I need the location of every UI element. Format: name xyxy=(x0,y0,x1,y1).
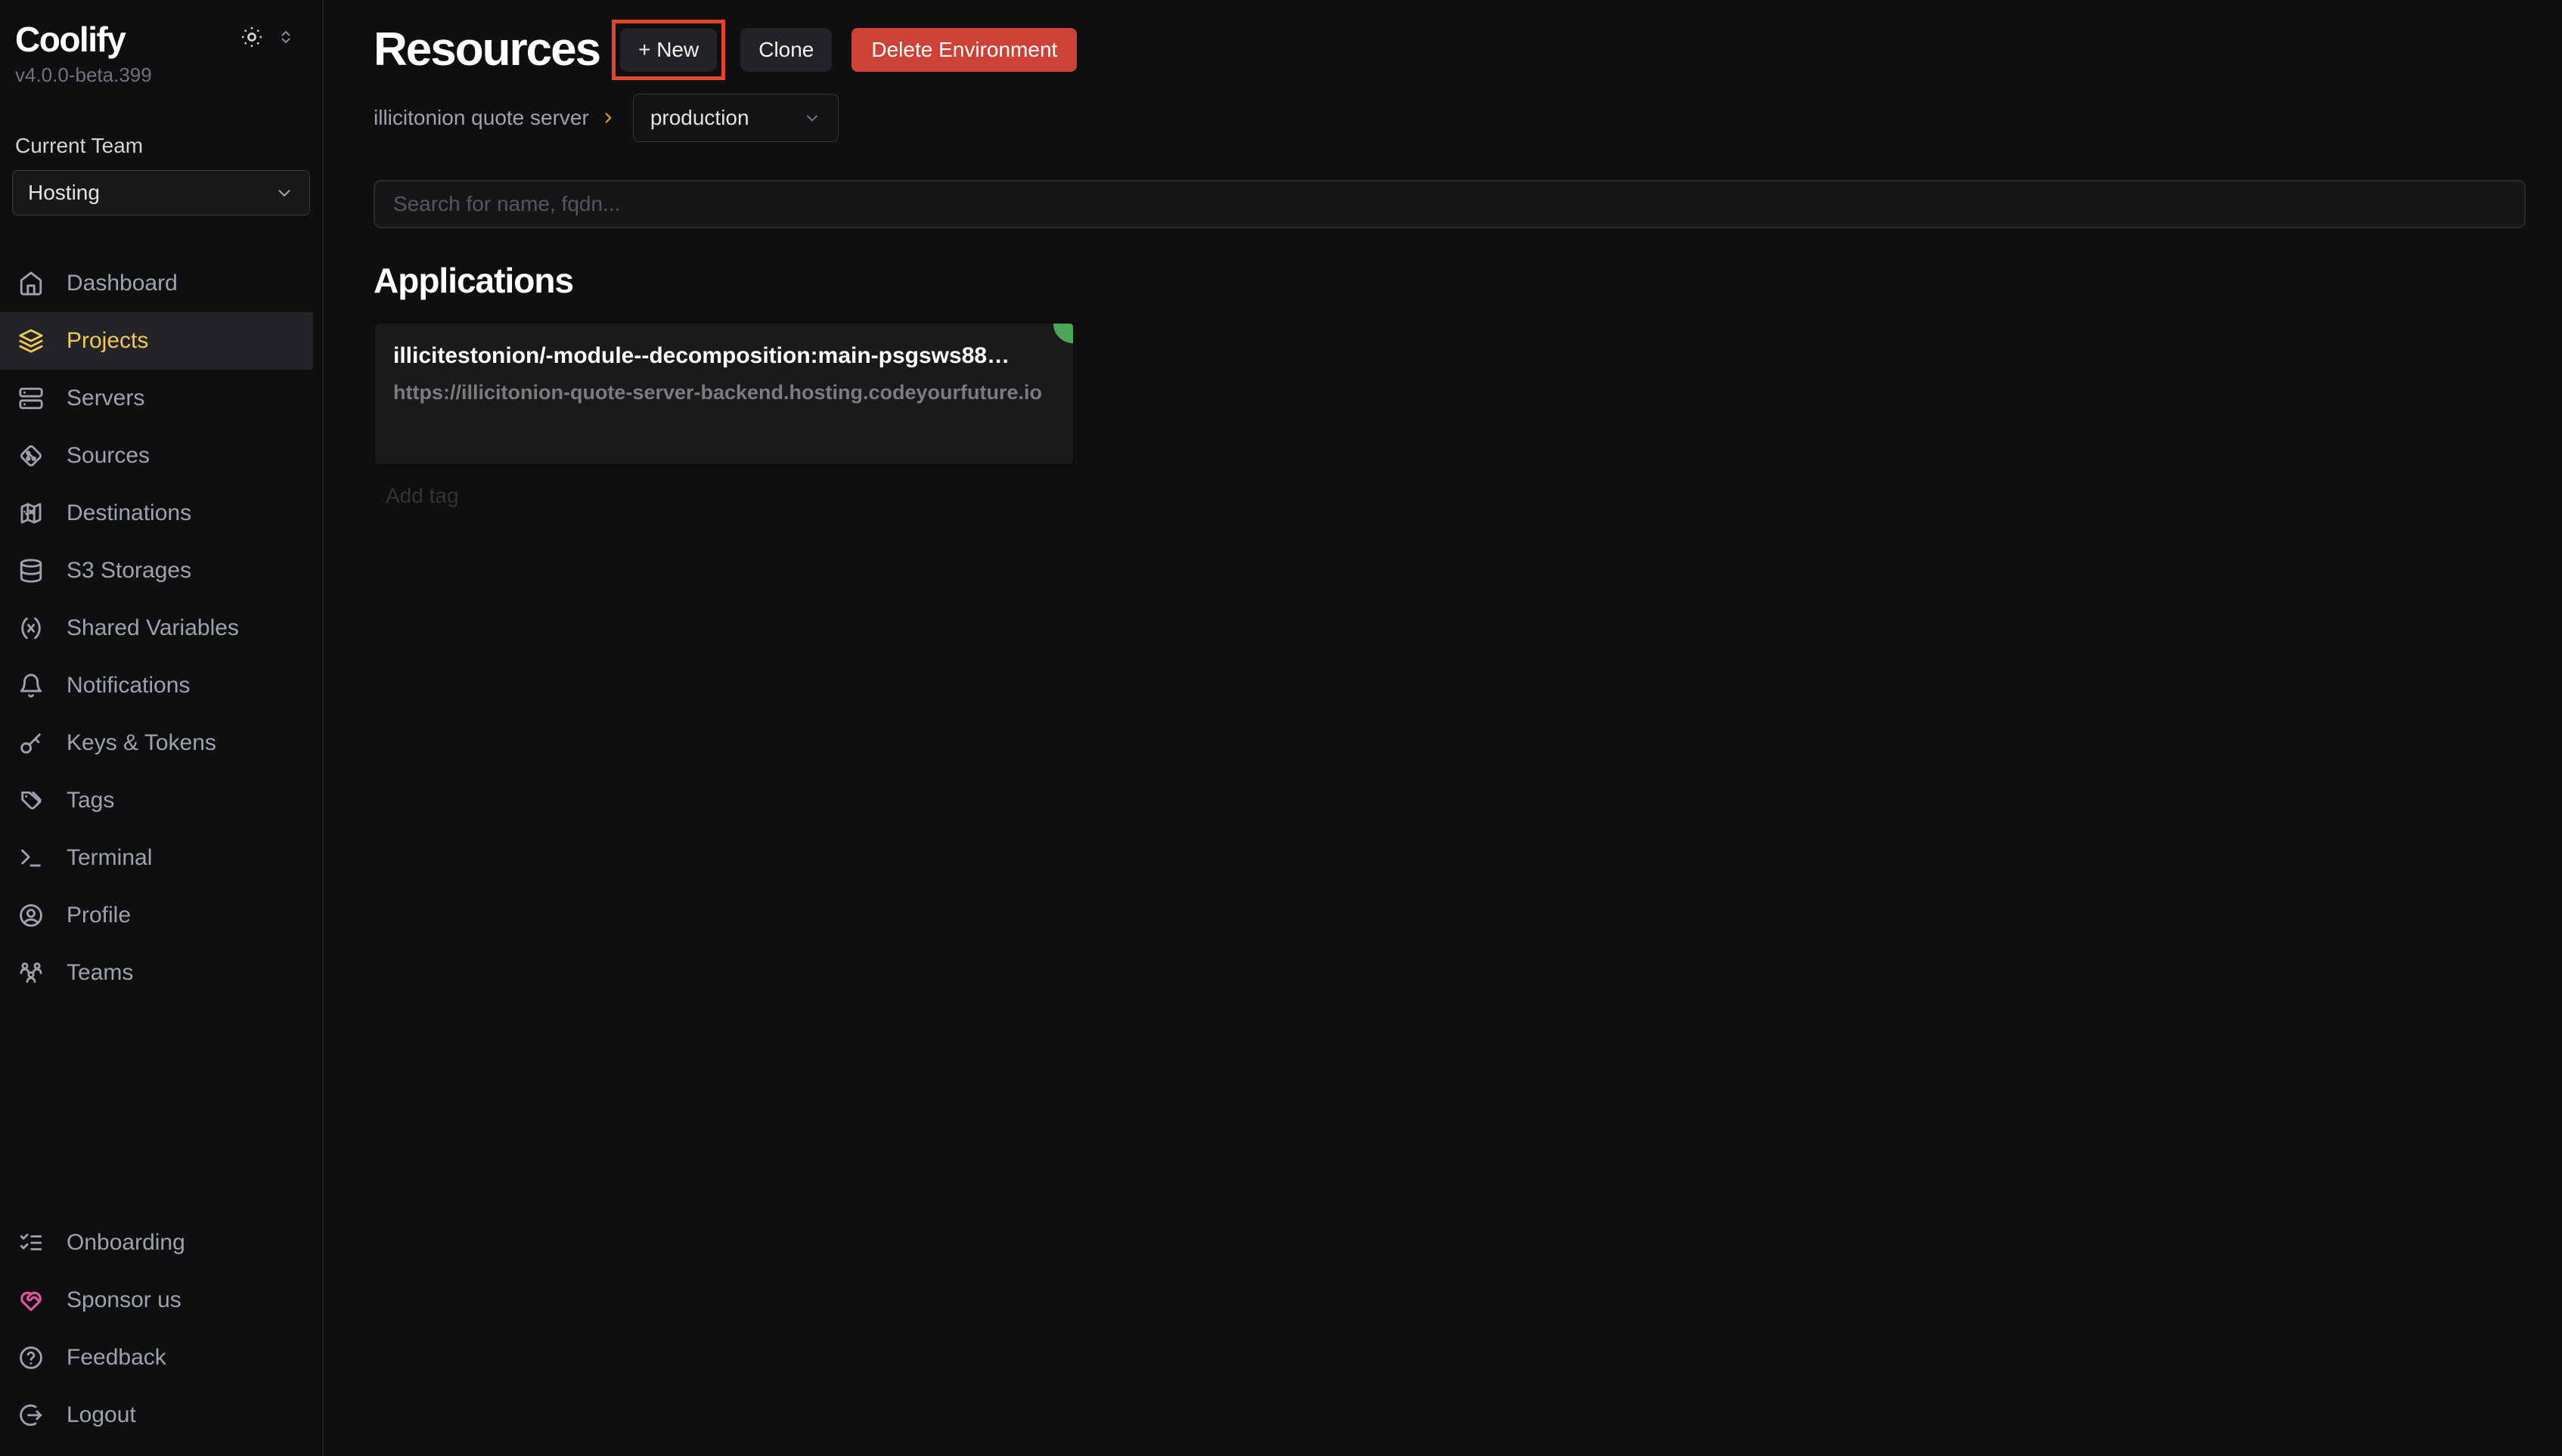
search-input[interactable] xyxy=(374,180,2526,228)
sidebar-item-sources[interactable]: Sources xyxy=(0,427,313,485)
page-header: Resources + New Clone Delete Environment xyxy=(374,20,2526,80)
heart-handshake-icon xyxy=(18,1287,44,1313)
sidebar-item-label: Profile xyxy=(67,903,131,928)
home-icon xyxy=(18,271,44,296)
sidebar: Coolify v4.0.0-beta.399 Current Team Hos… xyxy=(0,0,324,1456)
app-version: v4.0.0-beta.399 xyxy=(15,64,295,87)
environment-select-value: production xyxy=(650,106,749,130)
sidebar-item-label: Projects xyxy=(67,328,148,354)
sidebar-item-feedback[interactable]: Feedback xyxy=(0,1329,313,1386)
sidebar-item-s3-storages[interactable]: S3 Storages xyxy=(0,542,313,599)
sidebar-header: Coolify v4.0.0-beta.399 xyxy=(0,0,322,87)
users-icon xyxy=(18,960,44,986)
chevron-down-icon xyxy=(803,109,821,127)
sidebar-item-logout[interactable]: Logout xyxy=(0,1386,313,1444)
main-content: Resources + New Clone Delete Environment… xyxy=(325,0,2562,1456)
sidebar-item-label: Sources xyxy=(67,443,150,469)
map-icon xyxy=(18,500,44,526)
sidebar-item-label: Dashboard xyxy=(67,271,178,296)
status-indicator-running xyxy=(1053,322,1075,343)
sidebar-item-label: Shared Variables xyxy=(67,615,239,641)
sidebar-item-projects[interactable]: Projects xyxy=(0,312,313,370)
sidebar-item-servers[interactable]: Servers xyxy=(0,370,313,427)
search-bar xyxy=(374,180,2526,228)
applications-section-title: Applications xyxy=(374,260,2526,301)
breadcrumb-project-link[interactable]: illicitonion quote server xyxy=(374,106,589,130)
sidebar-item-label: Feedback xyxy=(67,1345,166,1371)
chevrons-up-down-icon[interactable] xyxy=(277,28,295,46)
server-icon xyxy=(18,386,44,411)
new-button[interactable]: + New xyxy=(620,28,717,72)
sidebar-spacer xyxy=(0,1002,322,1214)
sidebar-footer: Onboarding Sponsor us Feedback Logout xyxy=(0,1214,322,1444)
help-circle-icon xyxy=(18,1345,44,1371)
environment-select[interactable]: production xyxy=(633,94,839,142)
key-icon xyxy=(18,730,44,756)
application-url: https://illicitonion-quote-server-backen… xyxy=(393,381,1055,404)
sidebar-item-destinations[interactable]: Destinations xyxy=(0,485,313,542)
sidebar-item-label: S3 Storages xyxy=(67,558,191,584)
application-name: illicitestonion/-module--decomposition:m… xyxy=(393,343,1055,369)
layers-icon xyxy=(18,328,44,354)
sidebar-item-teams[interactable]: Teams xyxy=(0,944,313,1002)
bell-icon xyxy=(18,673,44,699)
sidebar-item-label: Logout xyxy=(67,1402,136,1428)
delete-environment-button[interactable]: Delete Environment xyxy=(851,28,1077,72)
team-section: Current Team Hosting xyxy=(0,134,322,215)
current-team-label: Current Team xyxy=(12,134,310,158)
sidebar-item-onboarding[interactable]: Onboarding xyxy=(0,1214,313,1272)
app-logo: Coolify xyxy=(15,20,125,59)
annotation-highlight: + New xyxy=(612,20,725,80)
team-select-value: Hosting xyxy=(28,181,100,205)
logout-icon xyxy=(18,1402,44,1428)
sidebar-item-label: Notifications xyxy=(67,673,190,699)
team-select[interactable]: Hosting xyxy=(12,170,310,215)
sidebar-item-label: Onboarding xyxy=(67,1230,185,1256)
tags-icon xyxy=(18,788,44,813)
add-tag-input[interactable]: Add tag xyxy=(386,484,2526,508)
sidebar-item-label: Keys & Tokens xyxy=(67,730,216,756)
sidebar-item-label: Tags xyxy=(67,788,114,813)
sidebar-item-label: Terminal xyxy=(67,845,152,871)
user-circle-icon xyxy=(18,903,44,928)
sidebar-item-dashboard[interactable]: Dashboard xyxy=(0,255,313,312)
sidebar-item-notifications[interactable]: Notifications xyxy=(0,657,313,714)
sidebar-item-terminal[interactable]: Terminal xyxy=(0,829,313,887)
sidebar-item-shared-variables[interactable]: Shared Variables xyxy=(0,599,313,657)
application-card[interactable]: illicitestonion/-module--decomposition:m… xyxy=(374,322,1075,466)
sidebar-item-label: Sponsor us xyxy=(67,1287,181,1313)
sidebar-item-tags[interactable]: Tags xyxy=(0,772,313,829)
chevron-right-icon xyxy=(600,110,616,126)
git-icon xyxy=(18,443,44,469)
clone-button[interactable]: Clone xyxy=(740,28,832,72)
database-icon xyxy=(18,558,44,584)
checklist-icon xyxy=(18,1230,44,1256)
sidebar-nav: Dashboard Projects Servers Sources Desti… xyxy=(0,255,322,1002)
theme-toggle-sun-icon[interactable] xyxy=(240,26,263,48)
sidebar-item-label: Teams xyxy=(67,960,133,986)
sidebar-item-label: Destinations xyxy=(67,500,191,526)
variable-icon xyxy=(18,615,44,641)
sidebar-item-sponsor-us[interactable]: Sponsor us xyxy=(0,1272,313,1329)
chevron-down-icon xyxy=(274,183,294,203)
breadcrumb: illicitonion quote server production xyxy=(374,94,2526,142)
sidebar-item-label: Servers xyxy=(67,386,144,411)
page-title: Resources xyxy=(374,23,600,77)
terminal-icon xyxy=(18,845,44,871)
sidebar-item-keys-tokens[interactable]: Keys & Tokens xyxy=(0,714,313,772)
sidebar-item-profile[interactable]: Profile xyxy=(0,887,313,944)
